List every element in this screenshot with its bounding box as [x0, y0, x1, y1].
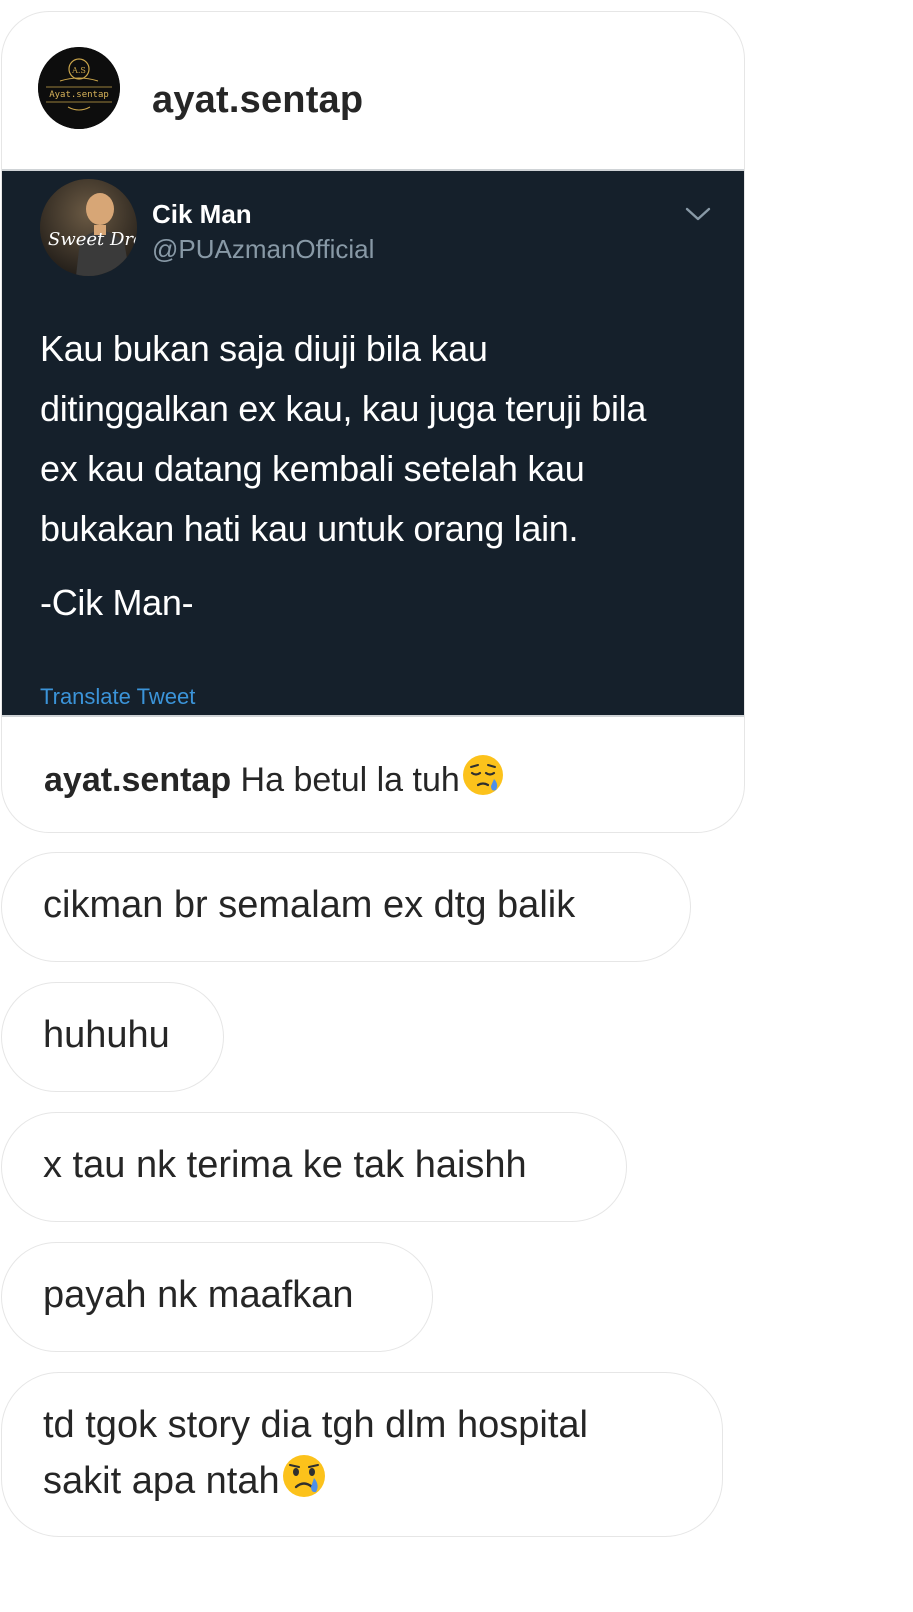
caption-username[interactable]: ayat.sentap — [44, 761, 231, 799]
translate-tweet-link[interactable]: Translate Tweet — [40, 684, 195, 710]
account-avatar-logo: A.S Ayat.sentap — [38, 47, 120, 129]
chevron-down-icon[interactable] — [684, 204, 712, 224]
message-bubble[interactable]: payah nk maafkan — [1, 1242, 433, 1352]
message-text: payah nk maafkan — [43, 1274, 354, 1316]
tweet-author-handle[interactable]: @PUAzmanOfficial — [152, 234, 374, 264]
message-text: huhuhu — [43, 1014, 170, 1056]
tweet-author-name[interactable]: Cik Man — [152, 199, 252, 229]
message-text-line1: td tgok story dia tgh dlm hospital — [43, 1404, 588, 1446]
tweet-body-text: Kau bukan saja diuji bila kau ditinggalk… — [40, 328, 647, 549]
crying-face-emoji-icon — [281, 1453, 327, 1513]
tweet-signature: -Cik Man- — [40, 582, 194, 623]
post-username[interactable]: ayat.sentap — [152, 80, 363, 120]
message-text-line2: sakit apa ntah — [43, 1453, 327, 1513]
embedded-tweet[interactable]: Sweet Dreams Cik Man @PUAzmanOfficial Ka… — [2, 169, 744, 717]
message-bubble[interactable]: cikman br semalam ex dtg balik — [1, 852, 691, 962]
sleepy-face-emoji-icon — [461, 753, 505, 809]
post-header: A.S Ayat.sentap ayat.sentap — [2, 12, 744, 168]
message-bubble[interactable]: td tgok story dia tgh dlm hospital sakit… — [1, 1372, 723, 1537]
caption-text: Ha betul la tuh — [240, 761, 460, 799]
message-text: x tau nk terima ke tak haishh — [43, 1144, 527, 1186]
shared-post-card[interactable]: A.S Ayat.sentap ayat.sentap Sweet Dr Cik… — [1, 11, 745, 833]
post-caption: ayat.sentap Ha betul la tuh — [44, 753, 505, 809]
message-bubble[interactable]: huhuhu — [1, 982, 224, 1092]
tweet-avatar-script: Sweet Dreams — [48, 229, 137, 250]
message-bubble[interactable]: x tau nk terima ke tak haishh — [1, 1112, 627, 1222]
account-avatar[interactable]: A.S Ayat.sentap — [38, 47, 120, 129]
avatar-brand-text: Ayat.sentap — [49, 90, 109, 100]
message-text-line2-content: sakit apa ntah — [43, 1460, 280, 1502]
tweet-avatar-image: Sweet Dreams — [40, 179, 137, 276]
avatar-monogram: A.S — [71, 66, 86, 75]
tweet-author-avatar[interactable]: Sweet Dreams — [40, 179, 137, 276]
message-text: cikman br semalam ex dtg balik — [43, 884, 576, 926]
